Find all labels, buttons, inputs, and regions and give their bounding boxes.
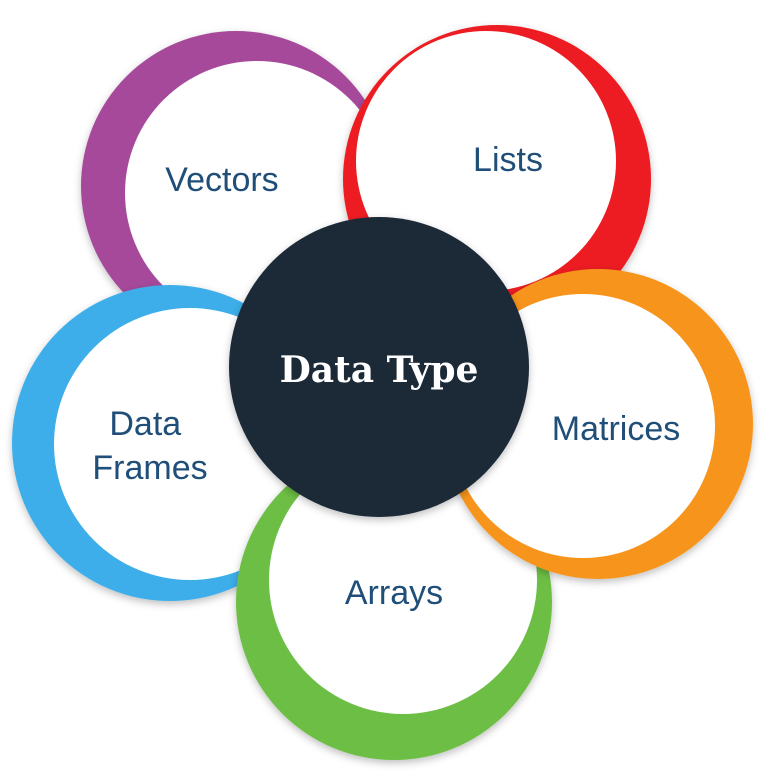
label-arrays: Arrays	[345, 574, 443, 612]
label-lists: Lists	[473, 141, 543, 179]
label-data-frames-line-1: Data	[109, 405, 181, 443]
label-matrices: Matrices	[552, 410, 680, 448]
label-data-frames-line-2: Frames	[92, 449, 207, 487]
center-title: Data Type	[280, 349, 479, 391]
label-vectors: Vectors	[165, 161, 278, 199]
data-type-diagram: Data Type Vectors Lists Matrices Arrays …	[12, 25, 753, 760]
